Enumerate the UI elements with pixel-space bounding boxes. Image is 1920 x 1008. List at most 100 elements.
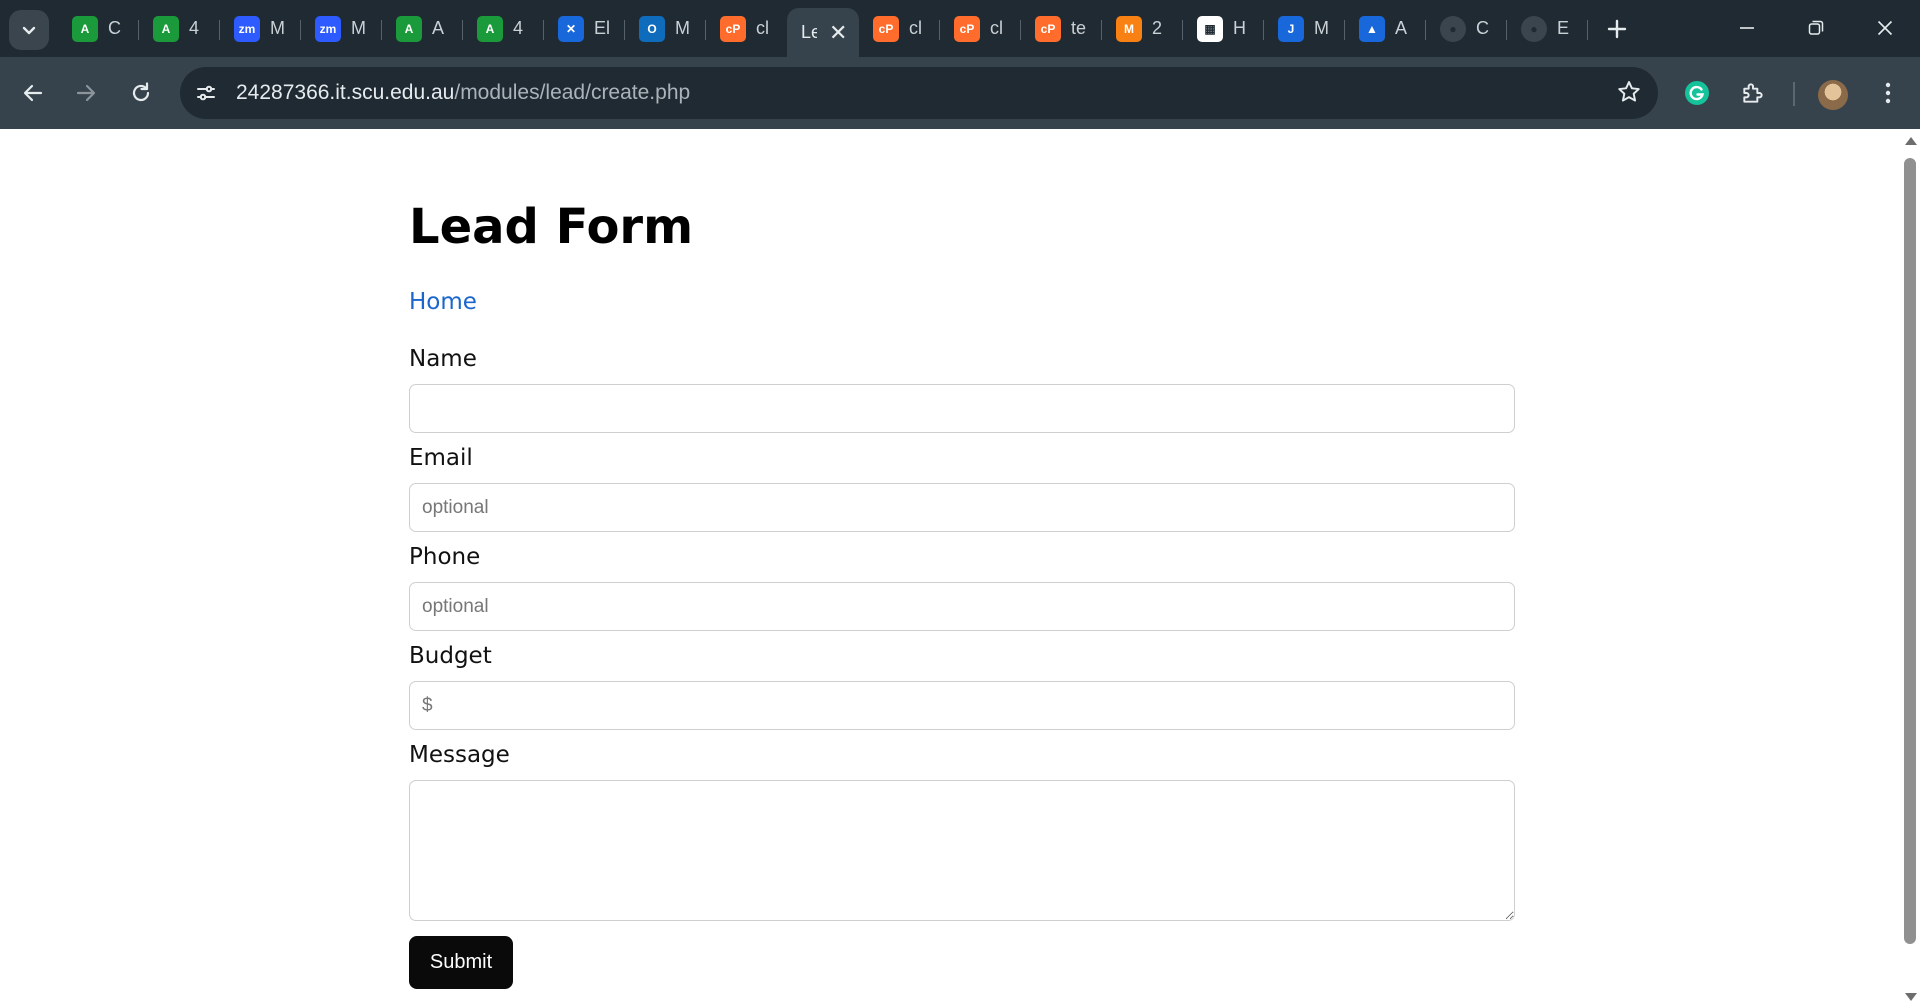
close-tab-icon[interactable]: ✕	[829, 20, 847, 46]
tab-title: H	[1233, 18, 1246, 38]
address-bar[interactable]: 24287366.it.scu.edu.au/modules/lead/crea…	[180, 67, 1658, 119]
reload-button[interactable]	[123, 75, 159, 111]
tab[interactable]: cP cl	[859, 0, 940, 57]
budget-input[interactable]	[409, 681, 1515, 730]
atlassian-icon: ▲	[1359, 15, 1385, 42]
tab[interactable]: zm M	[301, 0, 382, 57]
restore-button[interactable]	[1786, 6, 1846, 50]
toolbar-divider	[1793, 82, 1795, 106]
tab[interactable]: ▲ A	[1345, 0, 1426, 57]
site-info-button[interactable]	[186, 73, 226, 113]
tab-title: 4	[513, 18, 524, 38]
message-textarea[interactable]	[409, 780, 1515, 921]
tab-search-button[interactable]	[9, 10, 49, 50]
budget-label: Budget	[409, 643, 492, 669]
star-icon	[1618, 81, 1640, 102]
brand-a-icon: A	[153, 15, 179, 42]
cpanel-icon: cP	[873, 15, 899, 42]
tab-title: M	[675, 18, 690, 38]
cpanel-icon: cP	[1035, 15, 1061, 42]
back-button[interactable]	[15, 75, 51, 111]
email-label: Email	[409, 445, 473, 471]
email-input[interactable]	[409, 483, 1515, 532]
moodle-icon: M	[1116, 15, 1142, 42]
triangle-down-icon	[1905, 993, 1917, 1001]
scroll-up-button[interactable]	[1903, 134, 1919, 148]
page-title: Lead Form	[409, 199, 694, 255]
url-path: /modules/lead/create.php	[454, 81, 691, 104]
tab-title: M	[351, 18, 366, 38]
tab-title: C	[1476, 18, 1489, 38]
phone-input[interactable]	[409, 582, 1515, 631]
tab-title: cl	[909, 18, 922, 38]
minimize-icon	[1740, 27, 1754, 29]
tab[interactable]: ▦ H	[1183, 0, 1264, 57]
grammarly-icon	[1685, 81, 1709, 105]
minimize-button[interactable]	[1717, 6, 1777, 50]
tab-title: M	[1314, 18, 1329, 38]
tab[interactable]: cP cl	[706, 0, 787, 57]
github-icon: ●	[1521, 15, 1547, 42]
home-link[interactable]: Home	[409, 289, 477, 315]
tab-title: 4	[189, 18, 200, 38]
cpanel-icon: cP	[954, 15, 980, 42]
puzzle-icon	[1743, 83, 1763, 103]
plus-icon	[1607, 19, 1627, 39]
tab[interactable]: OM	[625, 0, 706, 57]
new-tab-button[interactable]	[1600, 12, 1634, 46]
arrow-right-icon	[76, 84, 96, 102]
tab[interactable]: M2	[1102, 0, 1183, 57]
tab-title: M	[270, 18, 285, 38]
cpanel-icon: cP	[720, 15, 746, 42]
tab-title: A	[432, 18, 445, 38]
tab-list: A C A 4 zm Mzm M A A A 4 ✕ El O McP cl Le ✕ cP cl cP cl cP te M 2…	[58, 0, 1588, 57]
triangle-up-icon	[1905, 137, 1917, 145]
tab-active[interactable]: Le ✕	[787, 8, 859, 57]
zoom-icon: zm	[315, 15, 341, 42]
forward-button[interactable]	[68, 75, 104, 111]
browser-menu-button[interactable]	[1870, 75, 1906, 111]
arrow-left-icon	[23, 84, 43, 102]
url-text: 24287366.it.scu.edu.au/modules/lead/crea…	[236, 81, 690, 105]
tab[interactable]: ✕ El	[544, 0, 625, 57]
tab[interactable]: cP te	[1021, 0, 1102, 57]
profile-avatar[interactable]	[1818, 80, 1848, 110]
scrollbar-thumb[interactable]	[1904, 158, 1916, 944]
extensions-button[interactable]	[1735, 75, 1771, 111]
message-label: Message	[409, 742, 510, 768]
brand-a-icon: A	[477, 15, 503, 42]
confluence-icon: ✕	[558, 15, 584, 42]
tab-strip: A C A 4 zm Mzm M A A A 4 ✕ El O McP cl Le ✕ cP cl cP cl cP te M 2…	[0, 0, 1920, 57]
github-icon: ●	[1440, 15, 1466, 42]
jira-icon: J	[1278, 15, 1304, 42]
url-host: 24287366.it.scu.edu.au	[236, 81, 455, 104]
tab[interactable]: cP cl	[940, 0, 1021, 57]
tab[interactable]: ● E	[1507, 0, 1588, 57]
phone-label: Phone	[409, 544, 481, 570]
tab-title: C	[108, 18, 121, 38]
reload-icon	[132, 82, 150, 102]
close-window-button[interactable]	[1855, 6, 1915, 50]
tab[interactable]: A4	[463, 0, 544, 57]
chevron-down-icon	[22, 26, 36, 35]
tab-title: cl	[756, 18, 769, 38]
tab-title: cl	[990, 18, 1003, 38]
submit-button[interactable]: Submit	[409, 936, 513, 989]
scroll-down-button[interactable]	[1903, 990, 1919, 1004]
tab[interactable]: ● C	[1426, 0, 1507, 57]
tab[interactable]: AA	[382, 0, 463, 57]
name-label: Name	[409, 346, 477, 372]
close-icon	[1877, 20, 1893, 36]
tab[interactable]: JM	[1264, 0, 1345, 57]
tab[interactable]: AC	[58, 0, 139, 57]
name-input[interactable]	[409, 384, 1515, 433]
tab-title: E	[1557, 18, 1570, 38]
tab-title: Le	[801, 22, 817, 42]
browser-toolbar: 24287366.it.scu.edu.au/modules/lead/crea…	[0, 57, 1920, 129]
tab[interactable]: zm M	[220, 0, 301, 57]
grammarly-extension-button[interactable]	[1679, 75, 1715, 111]
more-vert-icon	[1885, 82, 1891, 104]
brand-a-icon: A	[72, 15, 98, 42]
bookmark-button[interactable]	[1616, 79, 1642, 109]
tab[interactable]: A4	[139, 0, 220, 57]
